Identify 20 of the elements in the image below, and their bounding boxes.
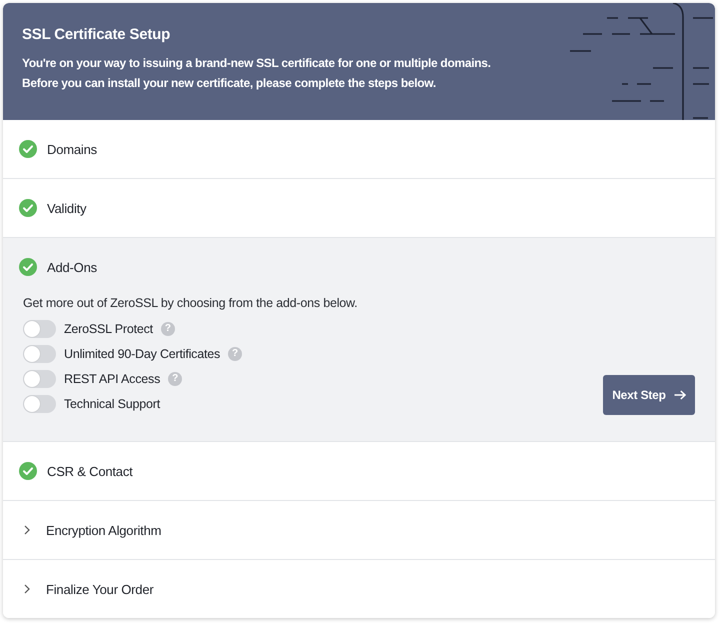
step-header[interactable]: Add-Ons (3, 238, 715, 296)
description-line: You're on your way to issuing a brand-new SSL certificate for one or multiple domains. (22, 55, 492, 72)
addon-label: REST API Access (64, 372, 160, 386)
description-line: Before you can install your new certificate, please complete the steps below. (22, 75, 437, 92)
toggle-switch[interactable] (23, 320, 56, 338)
next-step-button[interactable]: Next Step (603, 375, 695, 415)
toggle-switch[interactable] (23, 370, 56, 388)
addon-label: Unlimited 90-Day Certificates (64, 346, 220, 360)
addon-label: Technical Support (64, 396, 160, 410)
step-header[interactable]: Domains (3, 120, 715, 178)
step-header[interactable]: Finalize Your Order (3, 560, 715, 618)
step-header[interactable]: CSR & Contact (3, 442, 715, 500)
arrow-right-icon (674, 390, 686, 400)
step-header[interactable]: Encryption Algorithm (3, 501, 715, 559)
page-title: SSL Certificate Setup (22, 26, 172, 43)
addon-label: ZeroSSL Protect (64, 322, 153, 336)
addons-intro: Get more out of ZeroSSL by choosing from the add-ons below. (23, 296, 358, 310)
toggle-switch[interactable] (23, 344, 56, 362)
step-header[interactable]: Validity (3, 179, 715, 237)
toggle-switch[interactable] (23, 394, 56, 412)
